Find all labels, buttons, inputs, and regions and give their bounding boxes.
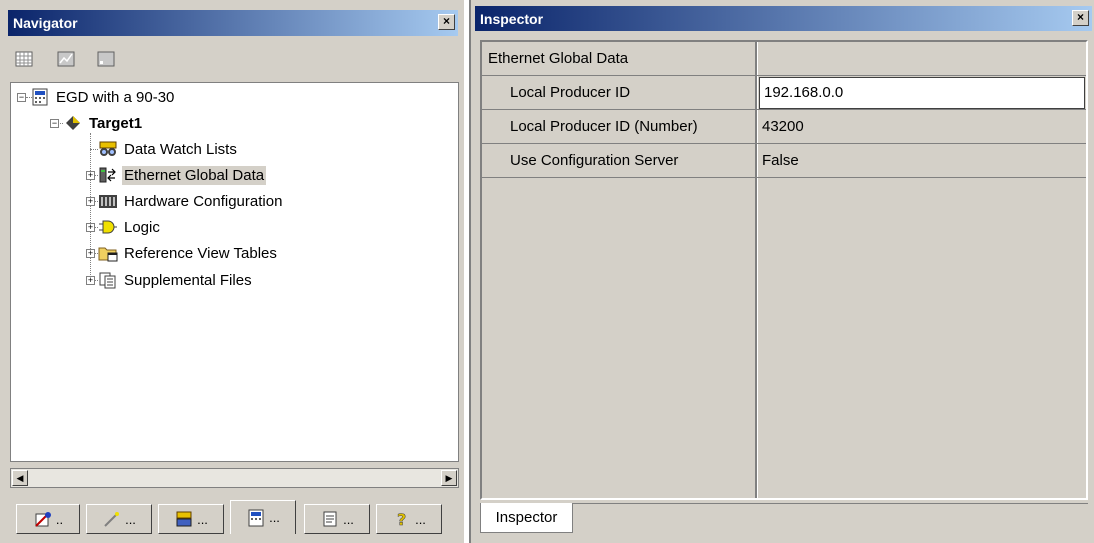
tree-collapse-toggle[interactable]: − [17, 93, 26, 102]
tree-item-label: Supplemental Files [124, 271, 252, 289]
wand-icon [104, 512, 120, 527]
local-producer-id-input[interactable]: 192.168.0.0 [759, 77, 1085, 109]
files-icon [98, 271, 118, 289]
tree-item-label: Ethernet Global Data [122, 165, 267, 185]
svg-text:?: ? [397, 510, 406, 528]
tree-expand-toggle[interactable]: + [86, 249, 95, 258]
tab-label: ... [415, 511, 426, 527]
options-icon [35, 512, 51, 527]
tree-item-label: Logic [124, 218, 160, 236]
tab-label: ... [125, 511, 136, 527]
navigator-panel: Navigator × − − + + + + + EGD with a 90-… [0, 0, 464, 543]
tree-item-data-watch-lists[interactable]: Data Watch Lists [98, 138, 239, 160]
navigator-tree: − − + + + + + EGD with a 90-30 Target1 D… [10, 82, 459, 462]
inspector-titlebar[interactable]: Inspector × [475, 6, 1092, 31]
tree-item-label: Target1 [89, 114, 143, 132]
help-icon: ? [397, 510, 407, 528]
inspector-close-button[interactable]: × [1072, 10, 1089, 26]
tab-options[interactable]: .. [16, 504, 80, 534]
tree-item-hardware-configuration[interactable]: Hardware Configuration [98, 190, 284, 212]
tab-data-watch[interactable]: ... [158, 504, 224, 534]
tree-item-project[interactable]: EGD with a 90-30 [30, 86, 176, 108]
tab-label: ... [197, 511, 208, 527]
scroll-right-button[interactable]: ▶ [441, 470, 457, 486]
tree-item-label: Reference View Tables [124, 244, 277, 262]
project-icon [30, 88, 50, 106]
navigator-tab-strip: .. ... ... ... ... ? ... [10, 494, 459, 536]
property-value [758, 42, 1086, 75]
tab-help[interactable]: ? ... [376, 504, 442, 534]
navigator-toolbar [10, 43, 460, 75]
tab-label: ... [269, 510, 280, 525]
tree-item-label: EGD with a 90-30 [56, 88, 175, 106]
tree-item-reference-view-tables[interactable]: Reference View Tables [98, 242, 279, 264]
tree-item-target[interactable]: Target1 [63, 112, 144, 134]
property-row[interactable]: Use Configuration Server False [482, 144, 1086, 178]
property-name: Local Producer ID [510, 84, 631, 101]
chart-view-icon[interactable] [56, 49, 76, 69]
property-name: Local Producer ID (Number) [510, 118, 698, 135]
tab-label: .. [55, 511, 64, 527]
property-value[interactable]: False [758, 144, 1086, 177]
tree-expand-toggle[interactable]: + [86, 171, 95, 180]
logic-gate-icon [98, 218, 118, 236]
grid-view-icon[interactable] [14, 49, 34, 69]
tree-item-supplemental-files[interactable]: Supplemental Files [98, 269, 254, 291]
blank-view-icon[interactable] [96, 49, 116, 69]
tree-item-label: Hardware Configuration [124, 192, 283, 210]
tree-expand-toggle[interactable]: + [86, 276, 95, 285]
scroll-left-button[interactable]: ◀ [12, 470, 28, 486]
tree-collapse-toggle[interactable]: − [50, 119, 59, 128]
hardware-icon [98, 192, 118, 210]
target-diamond-icon [63, 114, 83, 132]
tab-strip-line [573, 503, 1088, 504]
tab-wand[interactable]: ... [86, 504, 152, 534]
tree-item-logic[interactable]: Logic [98, 216, 162, 238]
scroll-icon [323, 511, 337, 527]
navigator-titlebar[interactable]: Navigator × [8, 10, 458, 36]
property-name: Ethernet Global Data [488, 50, 629, 67]
tab-inspector[interactable]: Inspector [480, 503, 573, 533]
tab-label: Inspector [495, 509, 558, 526]
watch-list-icon [98, 140, 118, 158]
project-icon [248, 509, 264, 526]
property-row[interactable]: Local Producer ID 192.168.0.0 [482, 76, 1086, 110]
tree-item-ethernet-global-data[interactable]: Ethernet Global Data [98, 164, 267, 186]
ethernet-icon [98, 166, 118, 184]
data-watch-icon [176, 511, 192, 527]
tab-scroll[interactable]: ... [304, 504, 370, 534]
property-name: Use Configuration Server [510, 152, 679, 169]
navigator-close-button[interactable]: × [438, 14, 455, 30]
tree-expand-toggle[interactable]: + [86, 197, 95, 206]
tab-project[interactable]: ... [230, 500, 296, 534]
property-grid: Ethernet Global Data Local Producer ID 1… [480, 40, 1088, 500]
inspector-panel: Inspector × Ethernet Global Data Local P… [469, 0, 1094, 543]
property-row[interactable]: Ethernet Global Data [482, 42, 1086, 76]
navigator-horizontal-scrollbar[interactable]: ◀ ▶ [10, 468, 459, 488]
tab-label: ... [343, 511, 354, 527]
tree-item-label: Data Watch Lists [124, 140, 237, 158]
property-value[interactable]: 43200 [758, 110, 1086, 143]
property-row[interactable]: Local Producer ID (Number) 43200 [482, 110, 1086, 144]
inspector-title: Inspector [480, 10, 544, 27]
navigator-title: Navigator [13, 15, 78, 31]
tree-expand-toggle[interactable]: + [86, 223, 95, 232]
folder-table-icon [98, 244, 118, 262]
